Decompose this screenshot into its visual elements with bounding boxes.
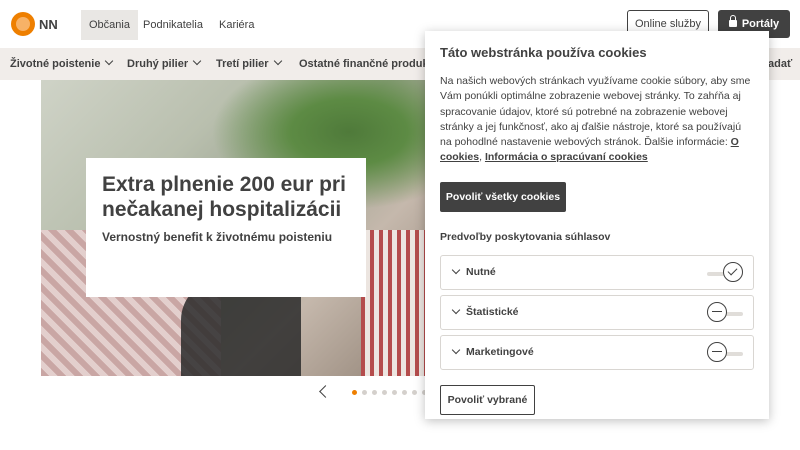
nav-label: Druhý pilier: [127, 58, 189, 70]
carousel-dot[interactable]: [392, 390, 397, 395]
toggle-nutne[interactable]: [723, 262, 743, 282]
carousel-controls: [318, 384, 428, 400]
cookie-category-label: Štatistické: [466, 306, 519, 318]
carousel-dot[interactable]: [412, 390, 417, 395]
carousel-dot[interactable]: [402, 390, 407, 395]
chevron-down-icon: [105, 56, 114, 66]
cookie-link-separator: ,: [479, 151, 483, 164]
cookie-dialog-title: Táto webstránka používa cookies: [440, 45, 647, 60]
nav-search[interactable]: adať: [768, 48, 792, 80]
nav-zivotne-poistenie[interactable]: Životné poistenie: [10, 48, 114, 80]
toggle-marketingove[interactable]: [707, 342, 727, 362]
segment-podnikatelia[interactable]: Podnikatelia: [135, 10, 211, 40]
nav-druhy-pilier[interactable]: Druhý pilier: [127, 48, 202, 80]
allow-all-cookies-button[interactable]: Povoliť všetky cookies: [440, 182, 566, 212]
chevron-down-icon: [451, 305, 461, 315]
cookie-category-label: Nutné: [466, 266, 496, 278]
save-selected-button[interactable]: Povoliť vybrané: [440, 385, 535, 415]
carousel-dot[interactable]: [382, 390, 387, 395]
chevron-down-icon: [192, 56, 202, 66]
portals-label: Portály: [741, 18, 780, 30]
nn-logo[interactable]: NN: [11, 12, 58, 36]
chevron-down-icon: [451, 345, 461, 355]
cookie-category-marketingove[interactable]: Marketingové: [440, 335, 754, 370]
nav-ostatne-produkty[interactable]: Ostatné finančné produkty: [299, 48, 438, 80]
segment-kariera[interactable]: Kariéra: [211, 10, 262, 40]
nav-label: Ostatné finančné produkty: [299, 58, 439, 70]
hero-subtitle: Vernostný benefit k životnému poisteniu: [102, 230, 333, 244]
carousel-dot[interactable]: [352, 390, 357, 395]
cookie-dialog-text: Na našich webových stránkach využívame c…: [440, 74, 754, 166]
cookie-dialog: Táto webstránka používa cookies Na našic…: [425, 31, 769, 419]
carousel-dot[interactable]: [372, 390, 377, 395]
preferences-heading: Predvoľby poskytovania súhlasov: [440, 231, 611, 243]
chevron-left-icon[interactable]: [319, 385, 332, 398]
hero-card[interactable]: Extra plnenie 200 eur pri nečakanej hosp…: [86, 158, 366, 297]
cookie-processing-link[interactable]: Informácia o spracúvaní cookies: [485, 151, 648, 163]
cookie-category-statisticke[interactable]: Štatistické: [440, 295, 754, 330]
nn-logo-icon: [11, 12, 35, 36]
cookie-category-label: Marketingové: [466, 346, 534, 358]
logo-text: NN: [39, 16, 58, 32]
toggle-statisticke[interactable]: [707, 302, 727, 322]
nav-label: Tretí pilier: [216, 58, 269, 70]
hero-title: Extra plnenie 200 eur pri nečakanej hosp…: [102, 173, 346, 221]
lock-icon: [728, 15, 737, 27]
nav-label: Životné poistenie: [10, 58, 101, 70]
segment-obcania[interactable]: Občania: [81, 10, 138, 40]
cookie-text-body: Na našich webových stránkach využívame c…: [440, 75, 751, 149]
carousel-dot[interactable]: [362, 390, 367, 395]
chevron-down-icon: [451, 265, 461, 275]
chevron-down-icon: [273, 56, 282, 66]
cookie-category-nutne[interactable]: Nutné: [440, 255, 754, 290]
nav-treti-pilier[interactable]: Tretí pilier: [216, 48, 282, 80]
